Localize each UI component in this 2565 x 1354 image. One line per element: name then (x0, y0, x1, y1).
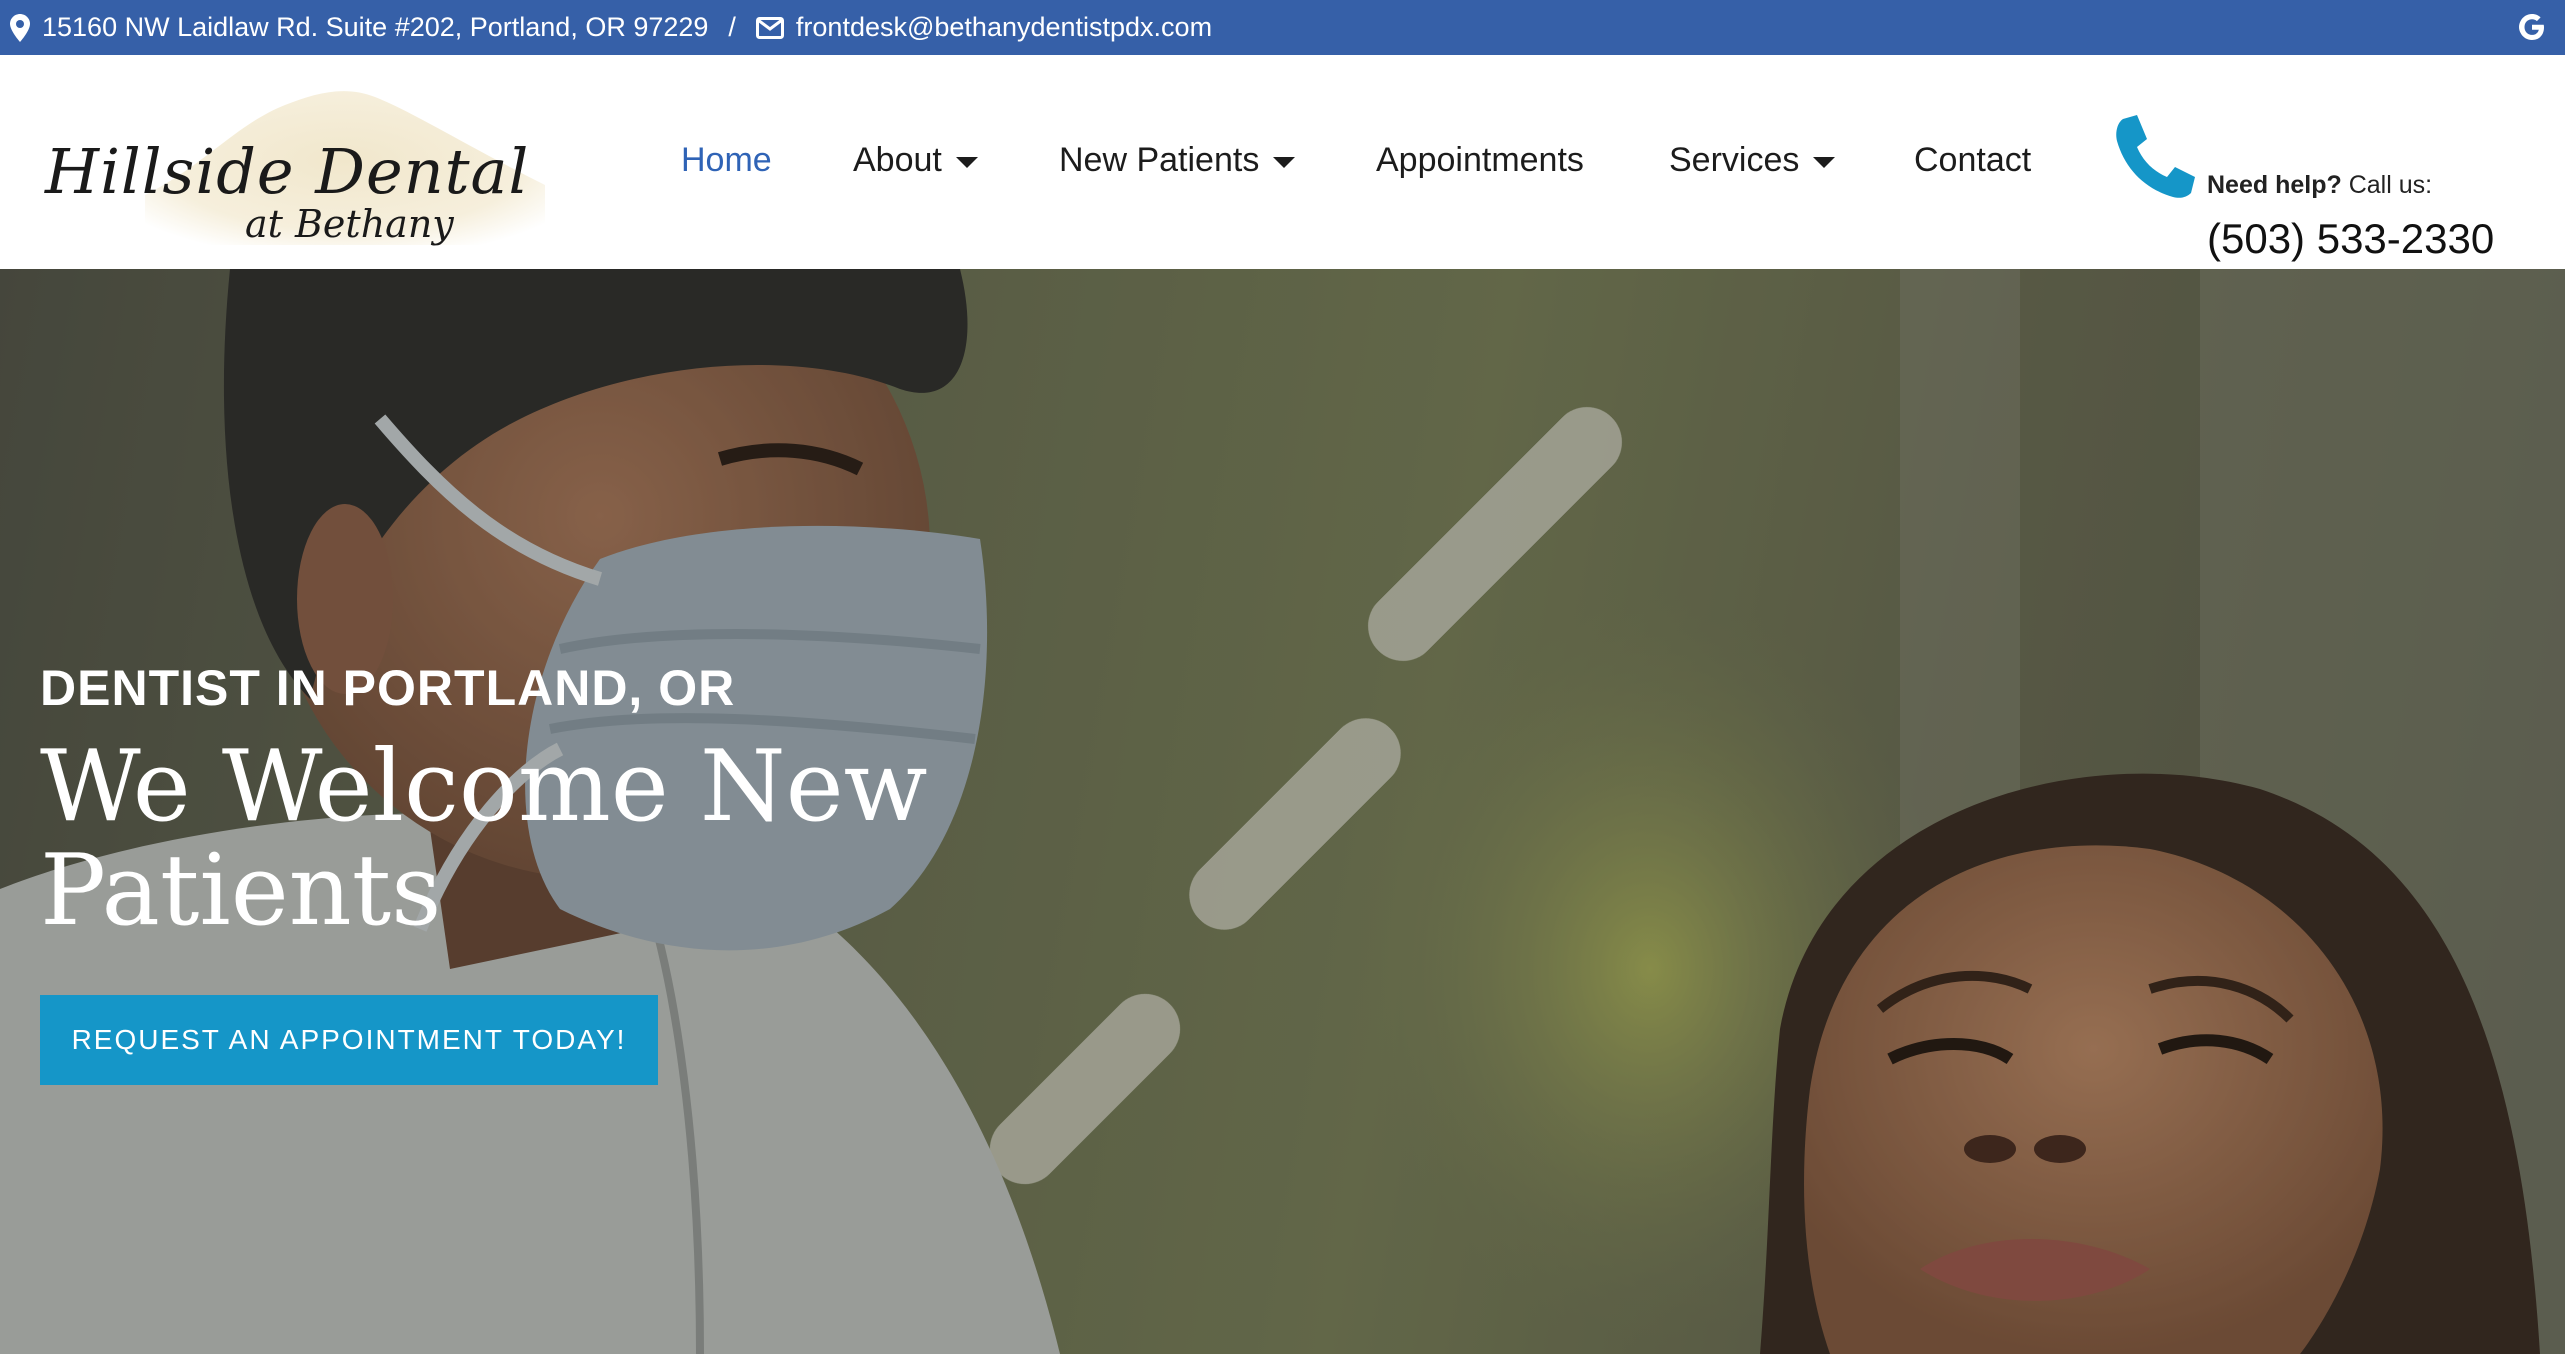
nav-appointments[interactable]: Appointments (1376, 141, 1584, 180)
site-header: Hillside Dental at Bethany Home About Ne… (0, 55, 2565, 269)
nav-appointments-label: Appointments (1376, 141, 1584, 179)
email-link[interactable]: frontdesk@bethanydentistpdx.com (796, 12, 1212, 43)
phone-number[interactable]: (503) 533-2330 (2207, 215, 2494, 263)
top-info-bar: 15160 NW Laidlaw Rd. Suite #202, Portlan… (0, 0, 2565, 55)
map-marker-icon (10, 13, 30, 42)
nav-home-label: Home (681, 141, 772, 179)
hero-kicker: DENTIST IN PORTLAND, OR (40, 660, 736, 716)
nav-about[interactable]: About (853, 141, 978, 180)
need-help-bold: Need help? (2207, 171, 2342, 199)
request-appointment-button[interactable]: REQUEST AN APPOINTMENT TODAY! (40, 995, 658, 1085)
call-us-box[interactable]: Need help? Call us: (503) 533-2330 (2115, 115, 2535, 262)
nav-home[interactable]: Home (681, 141, 772, 180)
nav-contact[interactable]: Contact (1914, 141, 2031, 180)
chevron-down-icon (1813, 156, 1836, 168)
google-icon[interactable] (2513, 8, 2551, 46)
nav-new-patients[interactable]: New Patients (1059, 141, 1296, 180)
chevron-down-icon (955, 156, 978, 168)
nav-about-label: About (853, 141, 942, 179)
call-us-label: Call us: (2341, 171, 2433, 199)
nav-services-label: Services (1669, 141, 1800, 179)
separator: / (728, 12, 736, 42)
need-help-text: Need help? Call us: (2207, 171, 2432, 200)
hero-headline: We Welcome New Patients (40, 730, 928, 948)
envelope-icon (755, 16, 784, 39)
chevron-down-icon (1273, 156, 1296, 168)
phone-icon (2116, 115, 2195, 198)
hero-text-block: DENTIST IN PORTLAND, OR We Welcome New P… (40, 659, 940, 943)
nav-contact-label: Contact (1914, 141, 2032, 179)
nav-new-patients-label: New Patients (1059, 141, 1260, 179)
nav-services[interactable]: Services (1669, 141, 1836, 180)
hero-banner: DENTIST IN PORTLAND, OR We Welcome New P… (0, 269, 2565, 1354)
address-text[interactable]: 15160 NW Laidlaw Rd. Suite #202, Portlan… (42, 12, 708, 43)
